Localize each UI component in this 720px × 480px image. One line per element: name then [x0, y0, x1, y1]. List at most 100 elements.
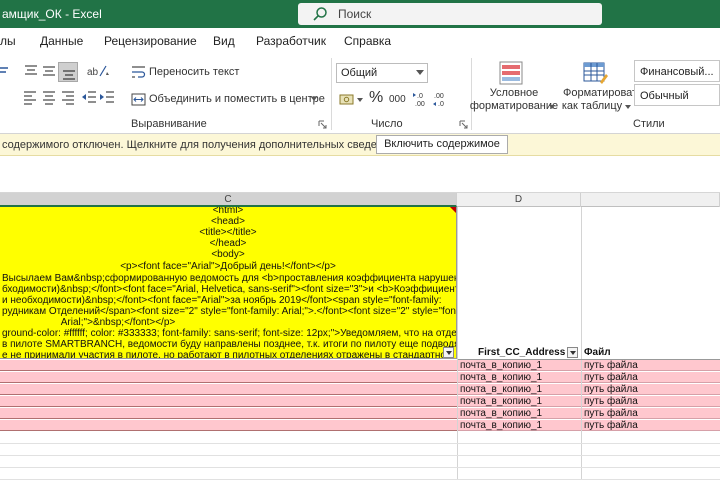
search-box[interactable]: Поиск [298, 3, 602, 25]
align-text-left-icon[interactable] [22, 88, 40, 106]
table-row[interactable] [0, 408, 457, 419]
align-middle-icon[interactable] [40, 62, 58, 80]
align-top-icon[interactable] [22, 62, 40, 80]
filter-button-c[interactable] [443, 347, 454, 358]
alignment-group-label: Выравнивание [131, 118, 207, 130]
number-format-select[interactable]: Общий [336, 63, 428, 83]
grid-line [0, 467, 720, 468]
alignment-launcher-icon[interactable] [318, 120, 327, 129]
increase-decimal-icon[interactable]: .0.00 [411, 89, 431, 109]
html-line: рудникам Отделений</span><font size="2" … [2, 306, 457, 317]
style-normal[interactable]: Обычный [634, 84, 720, 106]
align-bottom-icon [63, 70, 75, 80]
tab-formulas[interactable]: лы [0, 34, 16, 48]
worksheet-grid: <html> <head> <title></title> </head> <b… [0, 207, 720, 480]
conditional-formatting-label-2[interactable]: форматирование [466, 100, 562, 112]
svg-text:.00: .00 [434, 93, 444, 100]
conditional-formatting-label-1[interactable]: Условное [489, 87, 539, 99]
style-financial[interactable]: Финансовый... [634, 60, 720, 82]
number-group-label: Число [371, 118, 403, 130]
format-as-table-icon [583, 62, 608, 84]
merge-dropdown-arrow[interactable] [311, 97, 317, 101]
cell-file-path[interactable]: путь файла [582, 360, 720, 371]
format-as-table-label-2[interactable]: как таблицу [561, 100, 623, 112]
tab-help[interactable]: Справка [344, 34, 391, 48]
tab-review[interactable]: Рецензирование [104, 34, 197, 48]
column-header-e[interactable] [581, 193, 720, 207]
html-line: бходимости)&nbsp;</font><font face="Aria… [2, 284, 457, 295]
cell-file-path[interactable]: путь файла [582, 396, 720, 407]
thousands-separator-button[interactable]: 000 [389, 94, 406, 105]
cell-cc-address[interactable]: почта_в_копию_1 [458, 408, 581, 419]
conditional-formatting-arrow[interactable] [549, 105, 555, 109]
html-line: </head> [209, 238, 247, 249]
cell-file-path[interactable]: путь файла [582, 384, 720, 395]
increase-indent-icon[interactable] [98, 88, 116, 106]
format-as-table-label-1[interactable]: Форматировать [563, 87, 643, 99]
align-text-right-icon[interactable] [58, 88, 76, 106]
table-row[interactable] [0, 384, 457, 395]
chevron-down-icon [416, 70, 424, 75]
align-bottom-button[interactable] [58, 62, 78, 82]
comment-indicator [450, 207, 456, 213]
html-line: <p><font face="Arial">Добрый день!</font… [120, 261, 336, 272]
security-message-bar: содержимого отключен. Щелкните для получ… [0, 134, 720, 156]
decrease-decimal-icon[interactable]: .00.0 [431, 89, 451, 109]
group-separator [471, 58, 472, 130]
column-divider [581, 207, 582, 480]
column-header-d[interactable]: D [457, 193, 581, 207]
table-row[interactable] [0, 372, 457, 383]
filter-arrow-icon [570, 351, 576, 355]
conditional-formatting-icon [499, 61, 523, 85]
cell-cc-address[interactable]: почта_в_копию_1 [458, 372, 581, 383]
ribbon: ab Переносить текст Объединить и помести… [0, 54, 720, 134]
cell-file-path[interactable]: путь файла [582, 408, 720, 419]
window-title: амщик_ОК - Excel [2, 7, 102, 21]
html-line: и необходимости)&nbsp;</font><font face=… [2, 295, 442, 306]
merge-center-button[interactable]: Объединить и поместить в центре [149, 93, 325, 105]
table-row[interactable] [0, 360, 457, 371]
ribbon-tabs: лы Данные Рецензирование Вид Разработчик… [0, 28, 720, 54]
decrease-indent-icon[interactable] [80, 88, 98, 106]
orientation-icon[interactable]: ab [86, 62, 112, 80]
column-headers: C D [0, 193, 720, 207]
align-left-edge-icon[interactable] [0, 62, 16, 80]
cell-cc-address[interactable]: почта_в_копию_1 [458, 396, 581, 407]
search-icon [313, 7, 327, 21]
format-as-table-arrow[interactable] [625, 105, 631, 109]
group-separator [331, 58, 332, 130]
tab-data[interactable]: Данные [40, 34, 83, 48]
header-file[interactable]: Файл [584, 347, 611, 358]
wrap-text-button[interactable]: Переносить текст [149, 66, 239, 78]
cell-file-path[interactable]: путь файла [582, 372, 720, 383]
html-line: Arial;">&nbsp;</font></p> [60, 317, 176, 328]
column-divider [457, 207, 458, 480]
currency-icon[interactable] [338, 91, 356, 109]
tab-view[interactable]: Вид [213, 34, 235, 48]
cell-cc-address[interactable]: почта_в_копию_1 [458, 420, 581, 431]
html-line: <body> [211, 249, 245, 260]
filter-button-d[interactable] [567, 347, 578, 358]
cell-cc-address[interactable]: почта_в_копию_1 [458, 384, 581, 395]
table-row[interactable] [0, 396, 457, 407]
wrap-text-icon [132, 66, 146, 78]
title-bar: амщик_ОК - Excel Поиск [0, 0, 720, 28]
cell-file-path[interactable]: путь файла [582, 420, 720, 431]
table-row[interactable] [0, 420, 457, 431]
filter-arrow-icon [446, 351, 452, 355]
svg-text:.0: .0 [438, 101, 444, 108]
grid-line [0, 443, 720, 444]
enable-content-button[interactable]: Включить содержимое [376, 135, 508, 154]
html-body-cell[interactable]: <html> <head> <title></title> </head> <b… [0, 207, 457, 359]
currency-dropdown-arrow[interactable] [357, 98, 363, 102]
align-text-center-icon[interactable] [40, 88, 58, 106]
html-line: Высылаем Вам&nbsp;сформированную ведомос… [2, 273, 457, 284]
percent-button[interactable]: % [369, 89, 383, 107]
cell-cc-address[interactable]: почта_в_копию_1 [458, 360, 581, 371]
svg-text:.00: .00 [415, 101, 425, 108]
header-first-cc-address[interactable]: First_CC_Address [478, 347, 565, 358]
number-launcher-icon[interactable] [459, 120, 468, 129]
html-line: <html> [212, 207, 244, 216]
tab-developer[interactable]: Разработчик [256, 34, 326, 48]
column-header-c[interactable]: C [0, 193, 457, 207]
